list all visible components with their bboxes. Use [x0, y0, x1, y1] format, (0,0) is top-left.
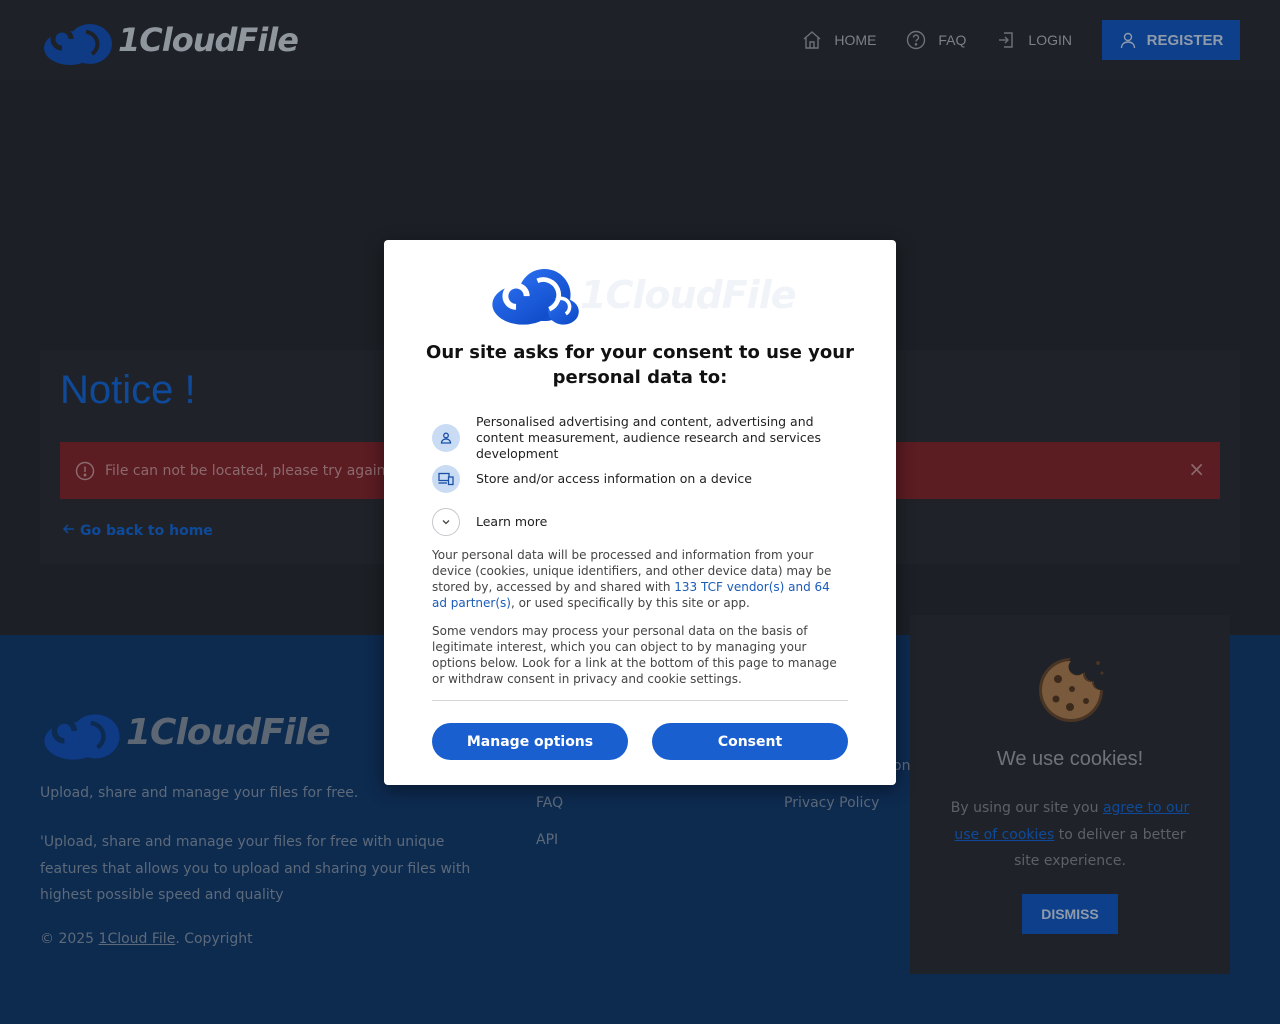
footer-tagline: Upload, share and manage your files for … — [40, 785, 359, 801]
main-nav: HOME FAQ LOGIN REGISTER — [802, 20, 1240, 60]
user-icon — [1120, 32, 1135, 49]
consent-heading: Our site asks for your consent to use yo… — [426, 342, 854, 388]
dialog-divider — [432, 700, 848, 701]
cloud-logo-icon — [44, 714, 120, 760]
nav-faq-label: FAQ — [938, 32, 967, 48]
register-label: REGISTER — [1146, 31, 1224, 49]
purpose-storage: Store and/or access information on a dev… — [432, 465, 852, 493]
footer-logo[interactable]: 1CloudFile — [40, 703, 331, 761]
purpose-text: Personalised advertising and content, ad… — [476, 414, 821, 461]
dialog-logo-text: 1CloudFile — [580, 273, 796, 317]
consent-paragraph-2: Some vendors may process your personal d… — [432, 624, 837, 686]
nav-home[interactable]: HOME — [802, 20, 876, 60]
notice-title: Notice ! — [60, 368, 196, 412]
nav-login[interactable]: LOGIN — [996, 20, 1072, 60]
cookie-banner: We use cookies! By using our site you ag… — [910, 615, 1230, 974]
devices-icon — [432, 465, 460, 493]
consent-paragraph-1: Your personal data will be processed and… — [432, 547, 848, 611]
manage-options-button[interactable]: Manage options — [432, 723, 628, 760]
footer-description: 'Upload, share and manage your files for… — [40, 834, 471, 903]
login-icon — [999, 32, 1014, 48]
site-header: 1CloudFile HOME FAQ LOGIN REGISTER — [0, 0, 1280, 80]
back-home-link[interactable]: Go back to home — [62, 522, 213, 540]
home-icon — [803, 31, 821, 49]
consent-dialog: 1CloudFile Our site asks for your consen… — [384, 240, 896, 785]
alert-icon — [75, 461, 95, 481]
person-icon — [432, 424, 460, 452]
alert-text: File can not be located, please try agai… — [105, 462, 403, 479]
back-home-label: Go back to home — [80, 523, 213, 539]
dialog-logo: 1CloudFile — [490, 264, 796, 326]
arrow-left-icon — [62, 522, 76, 540]
dismiss-button[interactable]: DISMISS — [1022, 894, 1118, 934]
copyright-link[interactable]: 1Cloud File — [99, 931, 176, 947]
nav-login-label: LOGIN — [1028, 32, 1072, 48]
close-icon[interactable]: × — [1188, 459, 1205, 479]
para1-after: , or used specifically by this site or a… — [510, 596, 750, 610]
footer-logo-text: 1CloudFile — [126, 711, 331, 753]
cloud-logo-icon — [44, 24, 112, 65]
learn-more-label: Learn more — [476, 514, 548, 529]
nav-faq[interactable]: FAQ — [906, 20, 966, 60]
footer-link-faq[interactable]: FAQ — [536, 795, 563, 811]
cookie-text-before: By using our site you — [950, 800, 1103, 816]
purpose-text: Store and/or access information on a dev… — [476, 471, 752, 486]
copyright-suffix: . Copyright — [175, 931, 253, 947]
footer-copyright: © 2025 1Cloud File. Copyright — [40, 931, 253, 947]
footer-link-api[interactable]: API — [536, 832, 558, 848]
chevron-down-icon — [432, 508, 460, 536]
register-button[interactable]: REGISTER — [1102, 20, 1240, 60]
logo-text: 1CloudFile — [118, 21, 299, 59]
cookie-icon — [1039, 658, 1104, 722]
learn-more-toggle[interactable]: Learn more — [432, 508, 852, 536]
footer-link-privacy[interactable]: Privacy Policy — [784, 795, 879, 811]
purpose-personalised: Personalised advertising and content, ad… — [432, 414, 852, 462]
nav-home-label: HOME — [834, 32, 877, 48]
consent-button[interactable]: Consent — [652, 723, 848, 760]
copyright-prefix: © 2025 — [40, 931, 99, 947]
cookie-title: We use cookies! — [996, 748, 1144, 770]
site-logo[interactable]: 1CloudFile — [40, 14, 299, 66]
cookie-text: By using our site you agree to our use o… — [950, 795, 1190, 875]
question-icon — [907, 30, 926, 50]
cloud-logo-icon — [492, 268, 579, 325]
